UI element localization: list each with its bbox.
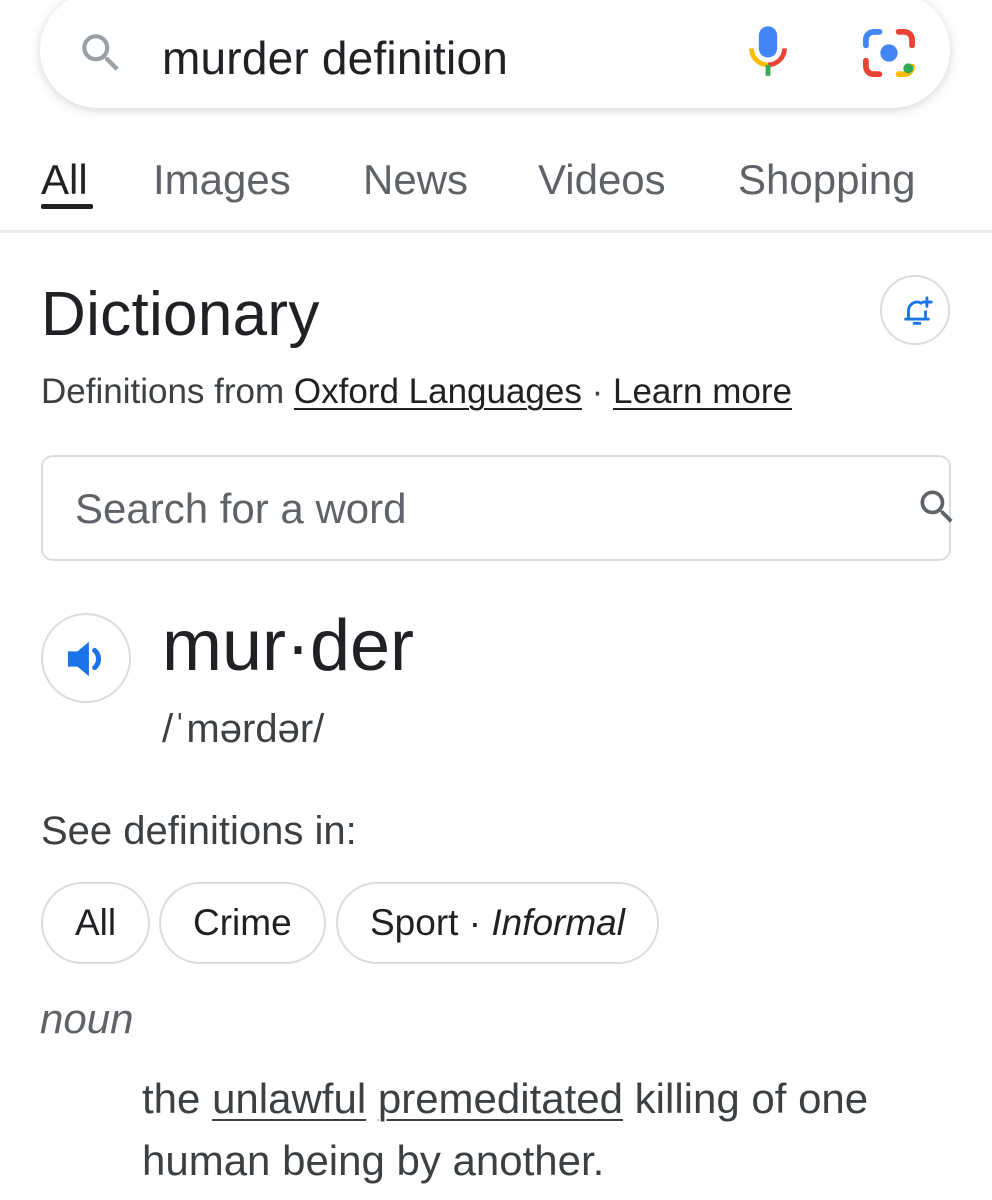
source-prefix: Definitions from [41,372,285,411]
page: murder definition All Images News Videos… [0,0,992,1200]
notification-add-button[interactable] [880,275,950,345]
notification-add-icon [904,296,933,325]
definitions-source: Definitions from Oxford Languages · Lear… [41,370,792,414]
chip-crime[interactable]: Crime [159,882,326,964]
search-icon[interactable] [76,28,126,78]
phonetic-spelling: /ˈmərdər/ [162,707,325,751]
definition-text-start: the [142,1075,201,1122]
part-of-speech: noun [40,995,134,1042]
volume-icon [67,641,101,677]
tab-videos[interactable]: Videos [538,150,666,210]
google-lens-icon[interactable] [862,28,916,78]
word-search-input[interactable] [75,481,855,537]
tab-all[interactable]: All [41,150,88,210]
tab-active-indicator [41,204,93,209]
search-icon[interactable] [915,485,959,529]
oxford-languages-link[interactable]: Oxford Languages [294,372,582,411]
tab-shopping[interactable]: Shopping [738,150,916,210]
pronunciation-button[interactable] [41,613,131,703]
definition-text: the unlawful premeditated killing of one… [142,1068,942,1192]
dictionary-title: Dictionary [41,280,320,349]
search-bar[interactable]: murder definition [40,0,950,108]
learn-more-link[interactable]: Learn more [613,372,792,411]
definition-link-unlawful[interactable]: unlawful [212,1075,366,1122]
chip-all[interactable]: All [41,882,151,964]
search-query[interactable]: murder definition [162,30,508,86]
chip-qualifier: Informal [491,902,625,943]
headword: mur·der [162,606,415,686]
tab-images[interactable]: Images [153,150,291,210]
source-separator: · [591,372,604,411]
definition-link-premeditated[interactable]: premeditated [378,1075,623,1122]
chip-label: All [75,902,117,943]
chip-label: Sport · [370,902,482,943]
google-mic-icon[interactable] [746,24,790,80]
chip-label: Crime [193,902,292,943]
word-search-box[interactable] [41,455,953,561]
tab-news[interactable]: News [363,150,468,210]
chip-sport-informal[interactable]: Sport · Informal [336,882,659,964]
see-definitions-label: See definitions in: [41,809,357,853]
tabs-divider [0,230,992,233]
